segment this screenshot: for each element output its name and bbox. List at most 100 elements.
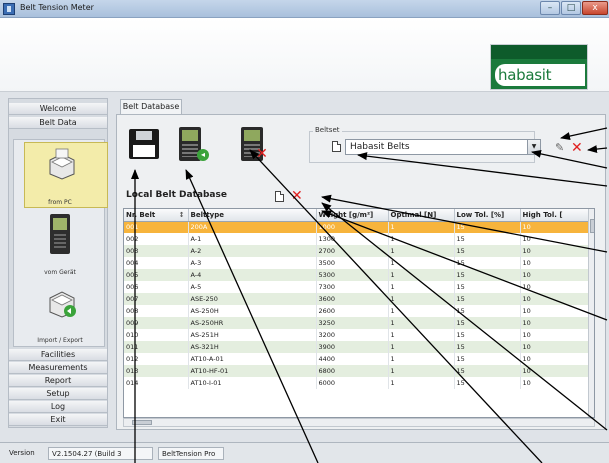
left-navigation: Welcome Belt Data from PC vom Gerät Impo… [8, 98, 108, 428]
table-cell: 15 [454, 353, 521, 365]
logo-text: habasit [495, 64, 585, 86]
from-device-button[interactable]: vom Gerät [20, 210, 100, 276]
table-row[interactable]: 014 AT10-I-01 6000 1 15 10 [124, 377, 594, 389]
table-cell: 3600 [316, 293, 389, 305]
import-export-button[interactable]: Import / Export [20, 278, 100, 344]
table-cell: 10 [520, 329, 589, 341]
new-beltset-icon[interactable] [332, 141, 341, 152]
import-export-icon [49, 291, 76, 318]
table-cell: 15 [454, 257, 521, 269]
wrench-icon[interactable]: ✎ [555, 141, 564, 154]
nav-item-facilities[interactable]: Facilities [9, 349, 107, 361]
table-cell: 15 [454, 317, 521, 329]
from-device-label: vom Gerät [44, 269, 76, 276]
table-cell: 1 [388, 305, 455, 317]
download-to-device-button[interactable]: ◂ [171, 125, 209, 163]
nav-item-exit[interactable]: Exit [9, 414, 107, 426]
scroll-thumb[interactable] [132, 420, 152, 425]
table-cell: 15 [454, 269, 521, 281]
from-pc-label: from PC [48, 199, 72, 206]
table-row[interactable]: 002 A-1 1300 1 15 10 [124, 233, 594, 245]
table-cell: AT10-I-01 [188, 377, 317, 389]
table-cell: 011 [124, 341, 189, 353]
table-row[interactable]: 005 A-4 5300 1 15 10 [124, 269, 594, 281]
window-title: Belt Tension Meter [20, 3, 94, 12]
table-cell: 1 [388, 281, 455, 293]
nav-item-report[interactable]: Report [9, 375, 107, 387]
table-row[interactable]: 009 AS-250HR 3250 1 15 10 [124, 317, 594, 329]
delete-badge-icon: ✕ [256, 146, 268, 162]
nav-item-measurements[interactable]: Measurements [9, 362, 107, 374]
column-header-low-tol[interactable]: Low Tol. [%] [454, 209, 521, 222]
table-cell: 1 [388, 377, 455, 389]
chevron-down-icon[interactable]: ▼ [527, 140, 540, 154]
table-cell: 1 [388, 341, 455, 353]
nav-item-welcome[interactable]: Welcome [9, 103, 107, 115]
column-header-belttype[interactable]: Belttype [188, 209, 317, 222]
table-cell: 10 [520, 281, 589, 293]
delete-from-device-button[interactable]: ✕ [233, 125, 271, 163]
table-cell: 1300 [316, 233, 389, 245]
table-row[interactable]: 006 A-5 7300 1 15 10 [124, 281, 594, 293]
nav-item-belt-data[interactable]: Belt Data [9, 117, 107, 129]
column-header-nr-belt[interactable]: Nr. Belt ↕ [124, 209, 189, 222]
table-cell: 10 [520, 317, 589, 329]
from-pc-button[interactable]: from PC [20, 140, 108, 208]
table-row[interactable]: 008 AS-250H 2600 1 15 10 [124, 305, 594, 317]
table-row[interactable]: 001 200A 1000 1 15 10 [124, 221, 594, 233]
column-header-high-tol[interactable]: High Tol. [ [520, 209, 589, 222]
tab-belt-database[interactable]: Belt Database [120, 99, 182, 114]
version-label: Version [9, 449, 35, 457]
table-cell: 10 [520, 245, 589, 257]
table-cell: 10 [520, 293, 589, 305]
column-header-optimal[interactable]: Optimal [N] [388, 209, 455, 222]
table-row[interactable]: 010 AS-251H 3200 1 15 10 [124, 329, 594, 341]
arrow-icon: ◂ [197, 149, 209, 161]
table-cell: 10 [520, 221, 589, 233]
nav-item-log[interactable]: Log [9, 401, 107, 413]
table-cell: A-2 [188, 245, 317, 257]
vertical-scrollbar[interactable] [588, 209, 594, 417]
new-belt-icon[interactable] [275, 191, 284, 202]
table-row[interactable]: 011 AS-321H 3900 1 15 10 [124, 341, 594, 353]
table-cell: AS-251H [188, 329, 317, 341]
beltset-select[interactable]: Habasit Belts ▼ [345, 139, 541, 155]
table-cell: 3500 [316, 257, 389, 269]
minimize-button[interactable]: – [540, 1, 560, 15]
delete-beltset-icon[interactable]: ✕ [571, 141, 583, 155]
close-window-button[interactable]: x [582, 1, 608, 15]
import-export-label: Import / Export [37, 337, 83, 344]
belt-table: Nr. Belt ↕ Belttype Weight [g/m²] Optima… [123, 208, 595, 418]
table-cell: 7300 [316, 281, 389, 293]
horizontal-scrollbar[interactable] [123, 418, 595, 427]
nav-item-setup[interactable]: Setup [9, 388, 107, 400]
table-cell: AT10-A-01 [188, 353, 317, 365]
table-cell: AT10-HF-01 [188, 365, 317, 377]
meter-device-icon [50, 214, 70, 254]
maximize-button[interactable]: □ [561, 1, 581, 15]
table-cell: 10 [520, 341, 589, 353]
table-cell: 15 [454, 341, 521, 353]
table-cell: 006 [124, 281, 189, 293]
table-cell: 1 [388, 365, 455, 377]
table-row[interactable]: 003 A-2 2700 1 15 10 [124, 245, 594, 257]
table-row[interactable]: 007 ASE-250 3600 1 15 10 [124, 293, 594, 305]
column-header-weight[interactable]: Weight [g/m²] [316, 209, 389, 222]
table-row[interactable]: 004 A-3 3500 1 15 10 [124, 257, 594, 269]
belt-database-panel: ◂ ✕ Beltset Habasit Belts ▼ ✎ ✕ Local Be… [116, 114, 606, 430]
table-cell: 15 [454, 365, 521, 377]
beltset-group: Beltset Habasit Belts ▼ ✎ ✕ [309, 126, 603, 163]
delete-belt-icon[interactable]: ✕ [291, 189, 303, 203]
table-cell: 1 [388, 353, 455, 365]
table-cell: 200A [188, 221, 317, 233]
table-cell: 012 [124, 353, 189, 365]
table-row[interactable]: 012 AT10-A-01 4400 1 15 10 [124, 353, 594, 365]
table-cell: 1 [388, 221, 455, 233]
table-cell: 010 [124, 329, 189, 341]
table-cell: 5300 [316, 269, 389, 281]
table-cell: 3250 [316, 317, 389, 329]
save-button[interactable] [125, 125, 163, 163]
table-row[interactable]: 013 AT10-HF-01 6800 1 15 10 [124, 365, 594, 377]
table-cell: 009 [124, 317, 189, 329]
table-cell: 15 [454, 233, 521, 245]
